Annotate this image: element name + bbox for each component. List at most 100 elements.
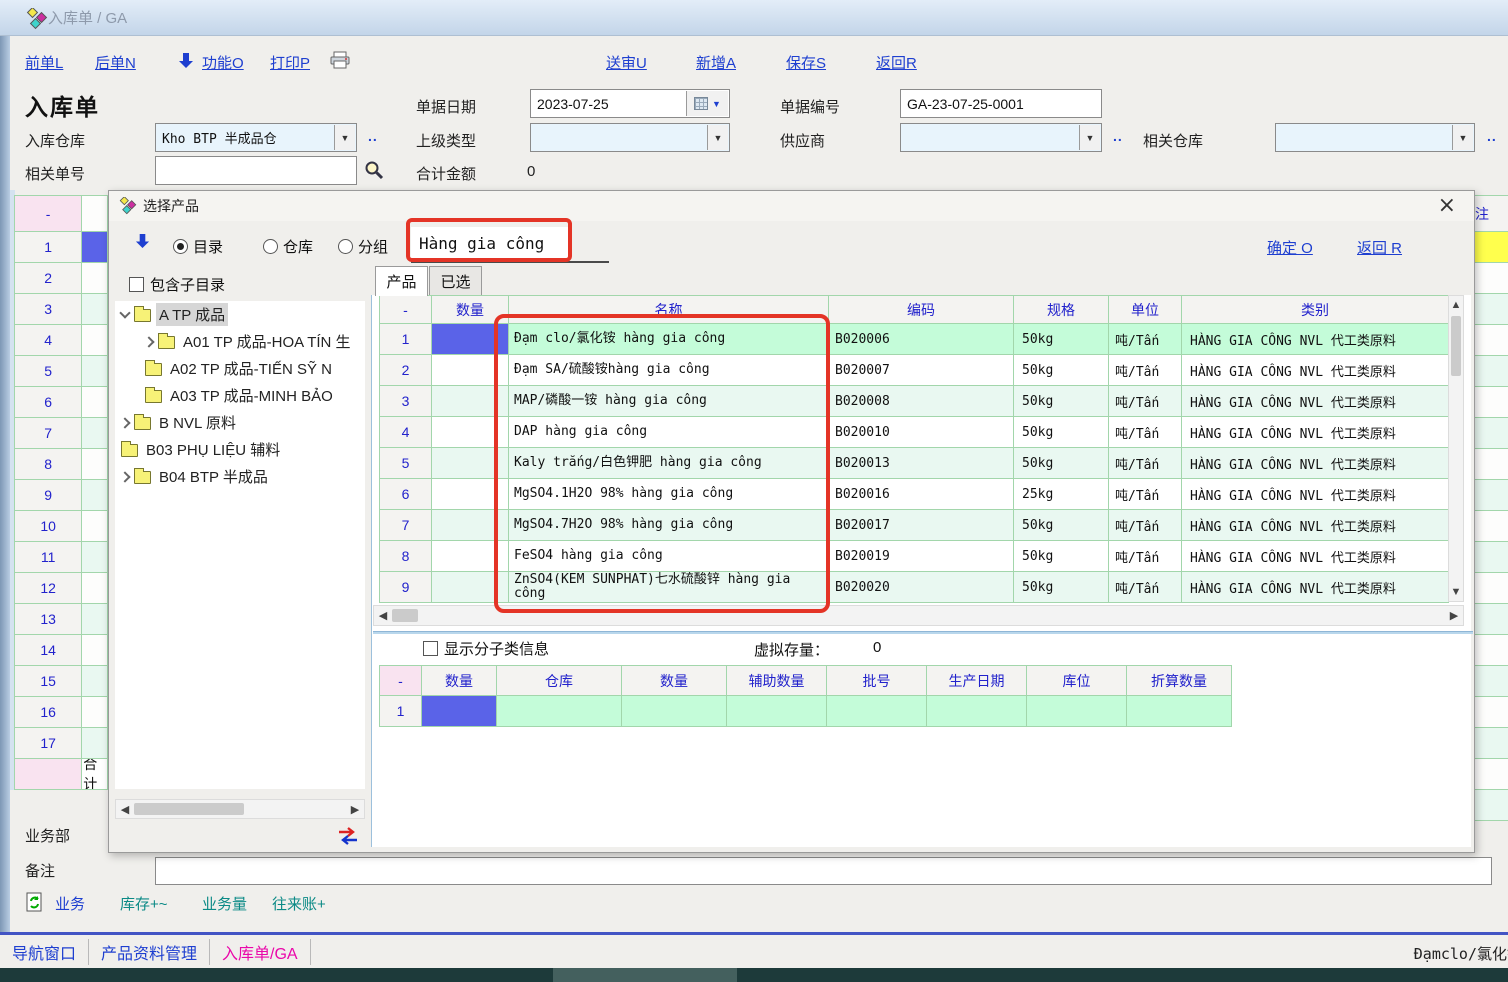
scrollbar-thumb[interactable] — [1451, 316, 1461, 376]
product-spec-cell[interactable]: 50kg — [1014, 386, 1109, 417]
grid-cell[interactable] — [1475, 232, 1508, 263]
product-spec-cell[interactable]: 50kg — [1014, 355, 1109, 386]
detail-header-batch[interactable]: 批号 — [827, 666, 927, 696]
product-row-number[interactable]: 5 — [380, 448, 432, 479]
detail-header-location[interactable]: 库位 — [1027, 666, 1127, 696]
product-unit-cell[interactable]: 吨/Tấn — [1109, 324, 1182, 355]
product-spec-cell[interactable]: 50kg — [1014, 417, 1109, 448]
scroll-left-icon[interactable]: ◀ — [116, 800, 134, 818]
product-code-cell[interactable]: B020010 — [829, 417, 1014, 448]
product-spec-cell[interactable]: 50kg — [1014, 448, 1109, 479]
business-tab[interactable]: 业务 — [55, 893, 85, 914]
detail-row-number[interactable]: 1 — [380, 696, 422, 727]
col-header-unit[interactable]: 单位 — [1109, 296, 1182, 324]
chevron-down-icon[interactable]: ▼ — [334, 125, 355, 150]
grid-row[interactable]: 16 — [15, 697, 108, 728]
product-qty-cell[interactable] — [432, 355, 509, 386]
tree-item[interactable]: A01 TP 成品-HOA TÍN 生 — [115, 328, 365, 355]
row-number[interactable]: 14 — [15, 635, 82, 666]
radio-catalog[interactable]: 目录 — [173, 236, 223, 257]
grid-row[interactable]: 15 — [15, 666, 108, 697]
product-spec-cell[interactable]: 50kg — [1014, 572, 1109, 603]
function-arrow-icon[interactable] — [178, 52, 194, 69]
scroll-down-icon[interactable]: ▼ — [1449, 583, 1463, 601]
volume-tab[interactable]: 业务量 — [202, 893, 247, 914]
taskbar-item[interactable]: 产品资料管理 — [89, 939, 210, 965]
product-spec-cell[interactable]: 50kg — [1014, 510, 1109, 541]
doc-date-input[interactable]: 2023-07-25 ▼ — [530, 89, 730, 118]
product-unit-cell[interactable]: 吨/Tấn — [1109, 355, 1182, 386]
detail-header-qty[interactable]: 数量 — [422, 666, 497, 696]
detail-warehouse-cell[interactable] — [497, 696, 622, 727]
detail-auxqty-cell[interactable] — [727, 696, 827, 727]
dialog-back-button[interactable]: 返回 R — [1357, 237, 1402, 258]
calendar-dropdown-button[interactable]: ▼ — [686, 91, 728, 116]
grid-row[interactable]: 6 — [15, 387, 108, 418]
radio-warehouse[interactable]: 仓库 — [263, 236, 313, 257]
tree-expander-icon[interactable] — [119, 471, 130, 482]
grid-cell[interactable] — [82, 604, 108, 635]
grid-cell[interactable] — [1475, 387, 1508, 418]
grid-cell[interactable] — [82, 294, 108, 325]
product-qty-cell[interactable] — [432, 386, 509, 417]
product-code-cell[interactable]: B020019 — [829, 541, 1014, 572]
grid-cell[interactable] — [82, 511, 108, 542]
related-warehouse-lookup-dots[interactable]: .. — [1487, 128, 1497, 144]
product-category-cell[interactable]: HÀNG GIA CÔNG NVL 代工类原料 — [1182, 355, 1449, 386]
tree-item[interactable]: A02 TP 成品-TIẾN SỸ N — [115, 355, 365, 382]
tree-expander-icon[interactable] — [143, 336, 154, 347]
grid-row[interactable]: 8 — [15, 449, 108, 480]
related-warehouse-select[interactable]: ▼ — [1275, 123, 1475, 152]
product-row-number[interactable]: 3 — [380, 386, 432, 417]
row-number[interactable]: 13 — [15, 604, 82, 635]
grid-corner-header[interactable]: - — [15, 196, 82, 232]
dialog-ok-button[interactable]: 确定 O — [1267, 237, 1313, 258]
product-horizontal-scrollbar[interactable]: ◀ ▶ — [373, 605, 1464, 626]
product-name-cell[interactable]: FeSO4 hàng gia công — [509, 541, 829, 572]
tree-item-label[interactable]: A03 TP 成品-MINH BẢO — [167, 384, 336, 407]
product-row[interactable]: 7 MgSO4.7H2O 98% hàng gia công B020017 5… — [380, 510, 1449, 541]
supplier-select[interactable]: ▼ — [900, 123, 1102, 152]
product-name-cell[interactable]: Kaly trắng/白色钾肥 hàng gia công — [509, 448, 829, 479]
back-button[interactable]: 返回R — [876, 52, 917, 73]
tree-item-label[interactable]: B03 PHỤ LIỆU 辅料 — [143, 438, 283, 461]
product-unit-cell[interactable]: 吨/Tấn — [1109, 572, 1182, 603]
tree-expander-icon[interactable] — [119, 307, 130, 318]
grid-cell[interactable] — [82, 666, 108, 697]
grid-cell[interactable] — [1475, 418, 1508, 449]
detail-header-auxqty[interactable]: 辅助数量 — [727, 666, 827, 696]
product-row-number[interactable]: 2 — [380, 355, 432, 386]
tree-item[interactable]: B03 PHỤ LIỆU 辅料 — [115, 436, 365, 463]
col-header-name[interactable]: 名称 — [509, 296, 829, 324]
product-name-cell[interactable]: ZnSO4(KẼM SUNPHAT)七水硫酸锌 hàng gia công — [509, 572, 829, 603]
col-header-qty[interactable]: 数量 — [432, 296, 509, 324]
swap-panels-icon[interactable] — [337, 827, 359, 845]
detail-convqty-cell[interactable] — [1127, 696, 1232, 727]
product-row[interactable]: 3 MAP/磷酸一铵 hàng gia công B020008 50kg 吨/… — [380, 386, 1449, 417]
grid-row[interactable]: 9 — [15, 480, 108, 511]
product-name-cell[interactable]: Đạm clo/氯化铵 hàng gia công — [509, 324, 829, 355]
row-number[interactable]: 1 — [15, 232, 82, 263]
row-number[interactable]: 10 — [15, 511, 82, 542]
add-button[interactable]: 新增A — [696, 52, 736, 73]
product-code-cell[interactable]: B020007 — [829, 355, 1014, 386]
doc-no-input[interactable]: GA-23-07-25-0001 — [900, 89, 1102, 118]
tree-item[interactable]: A TP 成品 — [115, 301, 365, 328]
taskbar-item[interactable]: 入库单/GA — [210, 939, 311, 965]
business-doc-icon[interactable] — [26, 892, 44, 912]
product-spec-cell[interactable]: 25kg — [1014, 479, 1109, 510]
product-name-cell[interactable]: MgSO4.7H2O 98% hàng gia công — [509, 510, 829, 541]
grid-cell[interactable] — [82, 232, 108, 263]
printer-icon[interactable] — [330, 51, 350, 69]
product-qty-cell[interactable] — [432, 448, 509, 479]
row-number[interactable]: 7 — [15, 418, 82, 449]
product-category-cell[interactable]: HÀNG GIA CÔNG NVL 代工类原料 — [1182, 510, 1449, 541]
product-category-cell[interactable]: HÀNG GIA CÔNG NVL 代工类原料 — [1182, 479, 1449, 510]
product-name-cell[interactable]: MAP/磷酸一铵 hàng gia công — [509, 386, 829, 417]
product-unit-cell[interactable]: 吨/Tấn — [1109, 510, 1182, 541]
product-code-cell[interactable]: B020013 — [829, 448, 1014, 479]
close-icon[interactable]: × — [1438, 193, 1456, 218]
function-menu-button[interactable]: 功能O — [202, 52, 244, 73]
product-qty-cell[interactable] — [432, 417, 509, 448]
grid-row[interactable]: 14 — [15, 635, 108, 666]
